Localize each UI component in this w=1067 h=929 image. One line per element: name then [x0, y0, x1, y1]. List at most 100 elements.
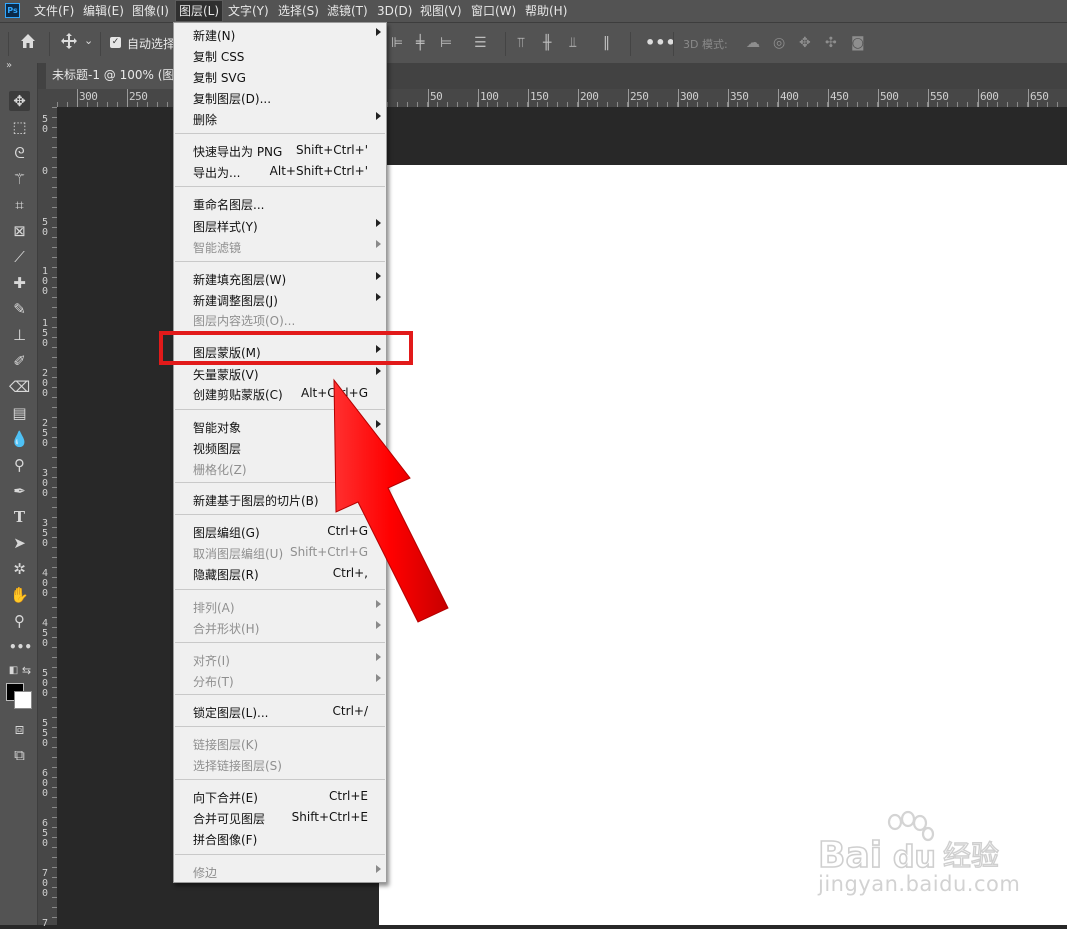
menu-item-label: 智能对象 [193, 421, 242, 435]
frame-tool-icon[interactable]: ⊠ [9, 221, 30, 241]
align-bottom-icon[interactable]: ⫫ [569, 35, 577, 51]
menu-item-label: 锁定图层(L)... [193, 706, 269, 720]
submenu-arrow-icon [376, 219, 381, 227]
align-top-icon[interactable]: ⫪ [517, 35, 525, 51]
menu-edit[interactable]: 编辑(E) [83, 0, 124, 22]
gradient-tool-icon[interactable]: ▤ [9, 403, 30, 423]
layer-menu-item[interactable]: 向下合并(E) Ctrl+E [174, 786, 386, 806]
layer-menu-item[interactable]: 新建调整图层(J) [174, 289, 386, 309]
zoom-tool-icon[interactable]: ⚲ [9, 611, 30, 631]
crop-tool-icon[interactable]: ⌗ [9, 195, 30, 215]
layer-menu-item[interactable]: 删除 [174, 108, 386, 128]
ruler-label: 450 [830, 90, 849, 103]
menu-window[interactable]: 窗口(W) [471, 0, 516, 22]
menu-item-label: 栅格化(Z) [193, 463, 247, 477]
separator [100, 32, 101, 56]
align-left-icon[interactable]: ⊫ [391, 35, 403, 51]
separator [8, 32, 9, 56]
layer-menu-item[interactable]: 复制 SVG [174, 66, 386, 86]
layer-menu-item[interactable]: 新建填充图层(W) [174, 268, 386, 288]
layer-menu-item[interactable]: 锁定图层(L)... Ctrl+/ [174, 701, 386, 721]
layer-menu-item[interactable]: 拼合图像(F) [174, 828, 386, 848]
screen-mode-icon[interactable]: ⧉ [9, 745, 30, 765]
rotate-3d-icon[interactable]: ☁ [746, 35, 760, 51]
submenu-arrow-icon [376, 293, 381, 301]
layer-menu-item[interactable]: 合并可见图层 Shift+Ctrl+E [174, 807, 386, 827]
auto-select-checkbox[interactable]: ✓ [110, 37, 121, 48]
distribute-icon[interactable]: ☰ [474, 35, 487, 51]
menu-item-label: 合并形状(H) [193, 622, 260, 636]
chevron-down-icon[interactable]: ⌄ [84, 34, 93, 47]
quick-mask-icon[interactable]: ⧈ [9, 719, 30, 739]
eraser-icon[interactable]: ⌫ [9, 377, 30, 397]
separator [505, 32, 506, 56]
layer-menu-item[interactable]: 复制图层(D)... [174, 87, 386, 107]
type-tool-icon[interactable]: T [9, 507, 30, 527]
path-select-icon[interactable]: ➤ [9, 533, 30, 553]
ruler-corner [38, 89, 57, 107]
ruler-label: 0 [41, 488, 49, 499]
slide-3d-icon[interactable]: ✣ [825, 35, 837, 51]
eyedropper-icon[interactable]: ⟋ [9, 247, 30, 267]
layer-menu-item[interactable]: 导出为... Alt+Shift+Ctrl+' [174, 161, 386, 181]
align-hcenter-icon[interactable]: ╪ [416, 35, 424, 51]
brush-tool-icon[interactable]: ✎ [9, 299, 30, 319]
menu-help[interactable]: 帮助(H) [525, 0, 567, 22]
submenu-arrow-icon [376, 674, 381, 682]
drag-3d-icon[interactable]: ✥ [799, 35, 811, 51]
menu-image[interactable]: 图像(I) [132, 0, 169, 22]
ruler-label: 0 [41, 286, 49, 297]
move-icon[interactable] [60, 32, 78, 54]
menu-filter[interactable]: 滤镜(T) [327, 0, 368, 22]
submenu-arrow-icon [376, 112, 381, 120]
submenu-arrow-icon [376, 653, 381, 661]
background-color-swatch[interactable] [14, 691, 32, 709]
menu-type[interactable]: 文字(Y) [228, 0, 269, 22]
layer-menu-item[interactable]: 图层样式(Y) [174, 215, 386, 235]
roll-3d-icon[interactable]: ◎ [773, 35, 785, 51]
vertical-ruler[interactable]: 5005010015020025030035040045050055060065… [38, 107, 57, 929]
ruler-label: 0 [41, 124, 49, 135]
swap-colors-icon[interactable]: ⇆ [16, 661, 37, 681]
align-vcenter-icon[interactable]: ╫ [543, 35, 551, 51]
menu-file[interactable]: 文件(F) [34, 0, 74, 22]
layer-menu-item[interactable]: 新建(N) [174, 24, 386, 44]
lasso-tool-icon[interactable]: ᘓ [9, 143, 30, 163]
marquee-tool-icon[interactable]: ⬚ [9, 117, 30, 137]
shape-tool-icon[interactable]: ✲ [9, 559, 30, 579]
history-brush-icon[interactable]: ✐ [9, 351, 30, 371]
layer-menu-item[interactable]: 快速导出为 PNG Shift+Ctrl+' [174, 140, 386, 160]
menu-item-label: 新建(N) [193, 29, 236, 43]
menu-layer[interactable]: 图层(L) [175, 0, 224, 22]
camera-3d-icon[interactable]: ◙ [851, 35, 865, 51]
home-icon[interactable] [19, 32, 37, 54]
pen-tool-icon[interactable]: ✒ [9, 481, 30, 501]
magic-wand-icon[interactable]: ⚚ [9, 169, 30, 189]
menu-item-label: 智能滤镜 [193, 241, 242, 255]
dodge-tool-icon[interactable]: ⚲ [9, 455, 30, 475]
clone-stamp-icon[interactable]: ⊥ [9, 325, 30, 345]
menu-3d[interactable]: 3D(D) [377, 0, 412, 22]
layer-menu-item[interactable]: 重命名图层... [174, 193, 386, 213]
layer-menu-item[interactable]: 复制 CSS [174, 45, 386, 65]
menu-separator [175, 261, 385, 262]
menu-select[interactable]: 选择(S) [278, 0, 319, 22]
blur-tool-icon[interactable]: 💧 [9, 429, 30, 449]
ruler-label: 0 [41, 638, 49, 649]
document-tab[interactable]: 未标题-1 @ 100% (图层 [46, 63, 186, 89]
menu-view[interactable]: 视图(V) [420, 0, 462, 22]
more-icon[interactable]: ••• [645, 33, 676, 52]
menu-item-label: 复制图层(D)... [193, 92, 272, 106]
healing-brush-icon[interactable]: ✚ [9, 273, 30, 293]
menu-separator [175, 854, 385, 855]
collapse-toolbar-icon[interactable]: » [6, 60, 12, 71]
3d-mode-label: 3D 模式: [683, 38, 728, 51]
ruler-label: 250 [129, 90, 148, 103]
distribute-v-icon[interactable]: ‖ [603, 35, 610, 51]
align-right-icon[interactable]: ⊨ [440, 35, 452, 51]
move-tool-icon[interactable]: ✥ [9, 91, 30, 111]
menu-item-label: 复制 SVG [193, 71, 246, 85]
menu-item-shortcut: Shift+Ctrl+E [291, 810, 368, 824]
more-tools-icon[interactable]: ••• [9, 637, 32, 657]
hand-tool-icon[interactable]: ✋ [9, 585, 30, 605]
